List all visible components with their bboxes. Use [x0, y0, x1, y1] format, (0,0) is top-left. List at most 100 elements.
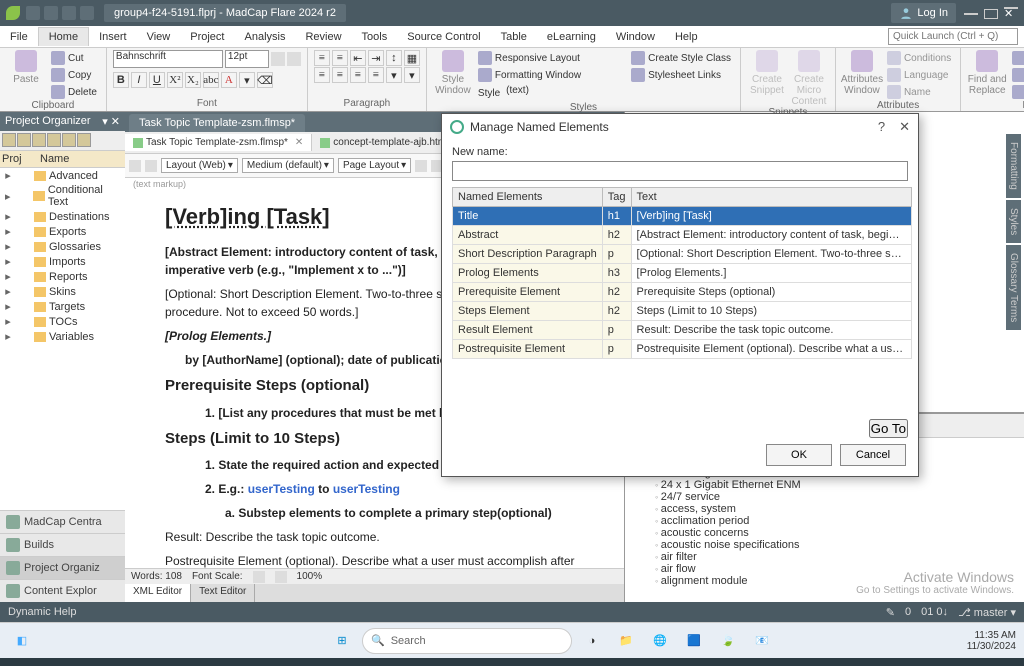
menu-window[interactable]: Window: [606, 28, 665, 46]
table-row[interactable]: Prolog Elementsh3[Prolog Elements.]: [453, 264, 912, 283]
number-button[interactable]: ≡: [332, 50, 348, 66]
table-row[interactable]: Result ElementpResult: Describe the task…: [453, 321, 912, 340]
side-tab-styles[interactable]: Styles: [1006, 200, 1021, 243]
flare-icon[interactable]: 🍃: [714, 627, 742, 655]
bullet-button[interactable]: ≡: [314, 50, 330, 66]
menu-source-control[interactable]: Source Control: [397, 28, 490, 46]
index-item[interactable]: ◦ 24 x 1 Gigabit Ethernet ENM: [655, 479, 1016, 491]
tool-icon[interactable]: [415, 160, 427, 172]
tree-item[interactable]: ▸Reports: [0, 269, 125, 284]
copy-button[interactable]: Copy: [48, 67, 100, 83]
outlook-icon[interactable]: 📧: [748, 627, 776, 655]
index-item[interactable]: ◦ access, system: [655, 503, 1016, 515]
font-shrink-icon[interactable]: [287, 52, 301, 66]
table-row[interactable]: Titleh1[Verb]ing [Task]: [453, 207, 912, 226]
qa-btn[interactable]: [26, 6, 40, 20]
close-button[interactable]: ✕: [1004, 7, 1018, 9]
index-item[interactable]: ◦ acoustic noise specifications: [655, 539, 1016, 551]
stylesheet-links-button[interactable]: Stylesheet Links: [628, 67, 734, 83]
ok-button[interactable]: OK: [766, 444, 832, 466]
acc-madcap[interactable]: MadCap Centra: [0, 510, 125, 533]
find-replace-button[interactable]: Find and Replace: [967, 50, 1007, 96]
table-row[interactable]: Postrequisite ElementpPostrequisite Elem…: [453, 340, 912, 359]
tree-item[interactable]: ▸Conditional Text: [0, 183, 125, 209]
highlight-button[interactable]: ▾: [239, 72, 255, 88]
menu-table[interactable]: Table: [491, 28, 537, 46]
conditions-button[interactable]: Conditions: [884, 50, 954, 66]
attributes-window-button[interactable]: Attributes Window: [842, 50, 882, 96]
minimize-button[interactable]: [964, 13, 978, 15]
tree-item[interactable]: ▸Variables: [0, 329, 125, 344]
acc-project-organizer[interactable]: Project Organiz: [0, 556, 125, 579]
indent-in-button[interactable]: ⇥: [368, 50, 384, 66]
name-button[interactable]: Name: [884, 84, 954, 100]
menu-view[interactable]: View: [137, 28, 181, 46]
menu-analysis[interactable]: Analysis: [235, 28, 296, 46]
border-button[interactable]: ▦: [404, 50, 420, 66]
help-button[interactable]: ?: [878, 119, 885, 135]
zoom-out-icon[interactable]: [253, 571, 265, 583]
shading-button[interactable]: ▾: [386, 67, 402, 83]
explorer-icon[interactable]: 📁: [612, 627, 640, 655]
style-window-button[interactable]: Style Window: [433, 50, 473, 96]
line-spacing-button[interactable]: ↕: [386, 50, 402, 66]
doc-tab[interactable]: Task Topic Template-zsm.flmsp*: [129, 114, 305, 132]
start-button[interactable]: ⊞: [328, 627, 356, 655]
quick-launch-input[interactable]: [888, 28, 1018, 45]
index-item[interactable]: ◦ 24/7 service: [655, 491, 1016, 503]
named-elements-table[interactable]: Named Elements Tag Text Titleh1[Verb]ing…: [452, 187, 912, 359]
subtab-a[interactable]: Task Topic Template-zsm.flmsp*✕: [125, 134, 312, 151]
font-size-select[interactable]: 12pt: [225, 50, 269, 68]
align-left-button[interactable]: ≡: [314, 67, 330, 83]
acc-builds[interactable]: Builds: [0, 533, 125, 556]
underline-button[interactable]: U: [149, 72, 165, 88]
app-icon[interactable]: 🟦: [680, 627, 708, 655]
bold-button[interactable]: B: [113, 72, 129, 88]
tree-item[interactable]: ▸Advanced: [0, 168, 125, 183]
find-results-button[interactable]: Find Results: [1009, 84, 1024, 100]
issues-count[interactable]: 0: [905, 606, 911, 618]
side-tab-formatting[interactable]: Formatting: [1006, 134, 1021, 198]
menu-help[interactable]: Help: [665, 28, 708, 46]
tree-item[interactable]: ▸Destinations: [0, 209, 125, 224]
taskbar-search[interactable]: 🔍Search: [362, 628, 572, 654]
layout-dropdown[interactable]: Layout (Web) ▾: [161, 158, 238, 173]
dialog-close-button[interactable]: ✕: [899, 119, 910, 135]
delete-button[interactable]: Delete: [48, 84, 100, 100]
tree-item[interactable]: ▸TOCs: [0, 314, 125, 329]
tree-item[interactable]: ▸Skins: [0, 284, 125, 299]
cancel-button[interactable]: Cancel: [840, 444, 906, 466]
responsive-layout-button[interactable]: Responsive Layout: [475, 50, 626, 66]
font-color-button[interactable]: A: [221, 72, 237, 88]
index-item[interactable]: ◦ air filter: [655, 551, 1016, 563]
font-grow-icon[interactable]: [271, 52, 285, 66]
table-row[interactable]: Short Description Paragraphp[Optional: S…: [453, 245, 912, 264]
menu-review[interactable]: Review: [295, 28, 351, 46]
project-tree[interactable]: ProjName ▸Advanced▸Conditional Text▸Dest…: [0, 151, 125, 510]
tree-item[interactable]: ▸Targets: [0, 299, 125, 314]
clear-format-button[interactable]: ⌫: [257, 72, 273, 88]
align-justify-button[interactable]: ≡: [368, 67, 384, 83]
maximize-button[interactable]: [984, 9, 998, 19]
sync-count[interactable]: 01 0↓: [921, 606, 948, 618]
tool-icon[interactable]: [129, 160, 141, 172]
sort-button[interactable]: ▾: [404, 67, 420, 83]
align-center-button[interactable]: ≡: [332, 67, 348, 83]
create-snippet-button[interactable]: Create Snippet: [747, 50, 787, 96]
tree-item[interactable]: ▸Exports: [0, 224, 125, 239]
branch[interactable]: ⎇ master ▾: [958, 606, 1016, 619]
new-name-input[interactable]: [452, 161, 908, 181]
menu-elearning[interactable]: eLearning: [537, 28, 606, 46]
quick-replace-button[interactable]: Quick Replace: [1009, 67, 1024, 83]
pencil-icon[interactable]: ✎: [886, 606, 895, 619]
menu-home[interactable]: Home: [38, 27, 89, 46]
side-tab-glossary[interactable]: Glossary Terms: [1006, 245, 1021, 330]
formatting-window-button[interactable]: Formatting Window: [475, 67, 626, 83]
qa-btn[interactable]: [44, 6, 58, 20]
menu-tools[interactable]: Tools: [352, 28, 398, 46]
index-item[interactable]: ◦ acoustic concerns: [655, 527, 1016, 539]
table-row[interactable]: Prerequisite Elementh2Prerequisite Steps…: [453, 283, 912, 302]
cut-button[interactable]: Cut: [48, 50, 100, 66]
page-layout-dropdown[interactable]: Page Layout ▾: [338, 158, 411, 173]
sub-button[interactable]: X₂: [185, 72, 201, 88]
